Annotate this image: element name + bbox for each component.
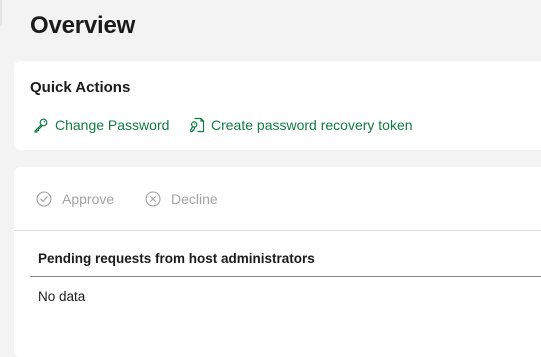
empty-state-text: No data: [38, 289, 86, 304]
key-document-icon: [189, 117, 211, 133]
requests-toolbar: Approve Decline: [14, 167, 541, 231]
pending-requests-card: Approve Decline Pending requests from ho…: [14, 167, 541, 357]
top-edge-divider: [0, 0, 2, 26]
approve-button[interactable]: Approve: [36, 189, 114, 209]
page-title: Overview: [30, 12, 136, 39]
x-circle-icon: [145, 191, 171, 207]
quick-actions-card: Quick Actions Change Password Create pas…: [14, 61, 541, 150]
decline-button[interactable]: Decline: [145, 189, 218, 209]
pending-requests-table: Pending requests from host administrator…: [30, 231, 541, 304]
approve-label: Approve: [62, 191, 115, 207]
create-recovery-token-link[interactable]: Create password recovery token: [189, 116, 413, 134]
column-header-pending-requests[interactable]: Pending requests from host administrator…: [38, 251, 315, 266]
check-circle-icon: [36, 191, 62, 207]
change-password-label: Change Password: [55, 117, 170, 133]
quick-actions-title: Quick Actions: [30, 79, 131, 96]
decline-label: Decline: [171, 191, 218, 207]
create-recovery-token-label: Create password recovery token: [211, 117, 413, 133]
table-header-row: Pending requests from host administrator…: [30, 231, 541, 277]
key-icon: [33, 117, 55, 133]
change-password-link[interactable]: Change Password: [33, 116, 169, 134]
